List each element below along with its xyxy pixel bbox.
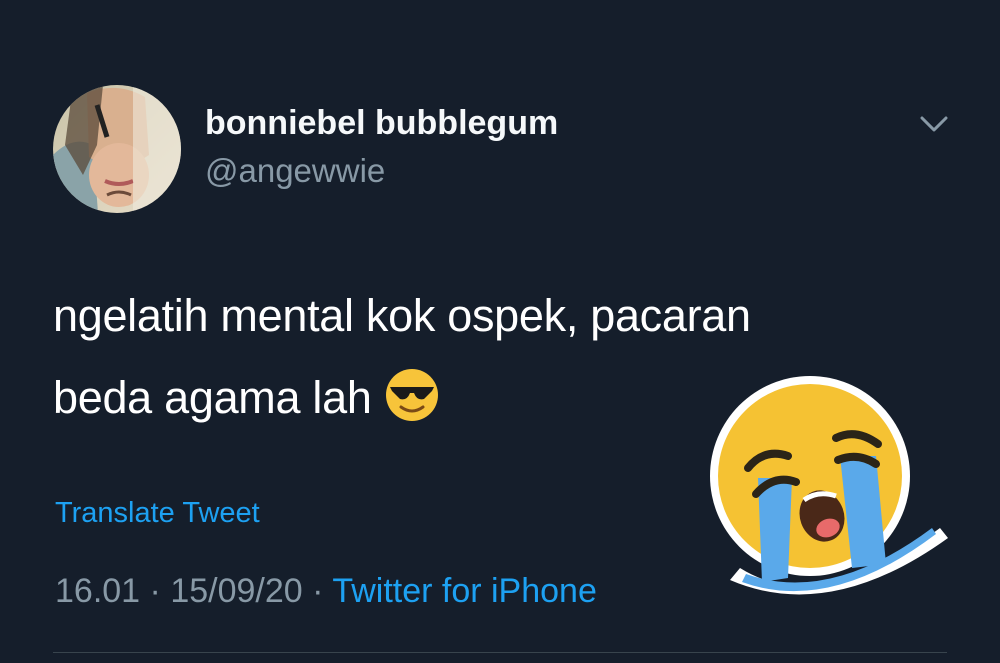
smiling-face-with-sunglasses-icon [384, 367, 440, 423]
separator: · [312, 572, 324, 610]
tweet-time: 16.01 [55, 572, 141, 610]
separator: · [149, 572, 161, 610]
tweet-text-line: ngelatih mental kok ospek, pacaran [53, 290, 751, 341]
display-name[interactable]: bonniebel bubblegum [205, 104, 558, 143]
loudly-crying-face-icon [700, 368, 950, 608]
divider [53, 652, 947, 653]
user-handle[interactable]: @angewwie [205, 152, 385, 190]
avatar-photo [53, 85, 181, 213]
tweet-metadata: 16.01 · 15/09/20 · Twitter for iPhone [55, 572, 597, 611]
tweet-text-line-content: beda agama lah [53, 372, 372, 423]
avatar[interactable] [53, 85, 181, 213]
translate-tweet-link[interactable]: Translate Tweet [55, 497, 260, 530]
tweet-source-link[interactable]: Twitter for iPhone [332, 572, 597, 610]
tweet-date: 15/09/20 [170, 572, 303, 610]
chevron-down-icon[interactable] [914, 110, 954, 140]
